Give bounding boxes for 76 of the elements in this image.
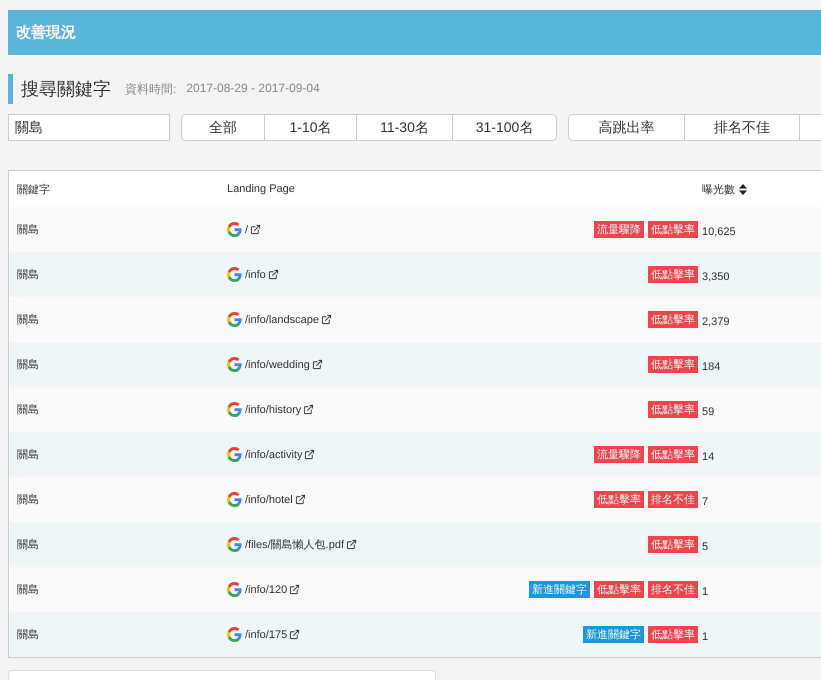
issue-tag: 排名不佳 [648,491,698,508]
external-link-icon [289,629,300,640]
sort-icon[interactable] [739,184,747,194]
google-icon [227,537,242,552]
keyword-cell-text: 關島 [17,313,40,327]
issue-tag: 低點擊率 [594,581,644,598]
landing-page-link[interactable]: / [245,224,262,236]
issue-tag: 低點擊率 [594,491,644,508]
issue-tag: 流量驟降 [594,446,644,463]
external-link-icon [250,224,262,235]
google-icon [227,447,242,462]
external-link-icon [289,584,300,595]
column-header: 關鍵字 [17,182,51,196]
google-icon [227,582,242,597]
column-header: Landing Page [227,183,296,195]
issue-tag: 低點擊率 [648,266,698,283]
impressions-cell-text: 14 [702,451,716,463]
keyword-cell-text: 關島 [17,268,40,282]
impressions-cell-text: 10,625 [702,226,737,238]
landing-page-link[interactable]: /info/175 [245,628,300,640]
keyword-cell-text: 關島 [17,223,40,237]
filter-button[interactable]: 31-100名 [452,115,556,140]
google-icon [227,627,242,642]
date-range: 2017-08-29 - 2017-09-04 [186,80,320,96]
issue-tag: 流量驟降 [594,221,644,238]
google-icon [227,222,242,237]
column-header[interactable]: 曝光數 [702,182,802,196]
google-icon [227,357,242,372]
issue-tag: 低點擊率 [648,536,698,553]
landing-page-link[interactable]: /info/landscape [245,314,332,326]
external-link-icon [312,359,323,370]
landing-page-link[interactable]: /info/activity [245,448,316,460]
issue-tag: 低點擊率 [648,626,698,643]
landing-page-link[interactable]: /info [245,268,279,280]
search-field[interactable]: 關島 [8,114,170,141]
issue-tag: 低點擊率 [648,356,698,373]
keyword-cell-text: 關島 [17,358,40,372]
external-link-icon [304,449,316,460]
issue-tag: 低點擊率 [648,446,698,463]
issue-tag: 低點擊率 [648,221,698,238]
issue-tag: 新進關鍵字 [583,626,644,643]
keyword-cell-text: 關島 [17,538,40,552]
keyword-cell-text: 關島 [17,583,40,597]
landing-page-link[interactable]: /info/wedding [245,358,323,370]
impressions-cell-text: 2,379 [702,316,731,328]
impressions-cell-text: 1 [702,631,710,643]
external-link-icon [294,494,306,505]
landing-page-link[interactable]: /info/120 [245,584,300,596]
keyword-cell-text: 關島 [17,493,40,507]
landing-page-link[interactable]: /info/hotel [245,494,306,506]
external-link-icon [321,314,332,325]
date-label: 資料時間: [125,80,176,98]
issue-tag: 低點擊率 [648,401,698,418]
section-title: 搜尋關鍵字 [8,74,111,104]
google-icon [227,312,242,327]
external-link-icon [346,539,358,550]
issue-tag: 排名不佳 [648,581,698,598]
landing-page-link[interactable]: /files/關島懶人包.pdf [245,537,358,552]
impressions-cell-text: 5 [702,541,710,553]
impressions-cell-text: 7 [702,496,710,508]
keyword-cell-text: 關島 [17,448,40,462]
google-icon [227,492,242,507]
issue-tag: 低點擊率 [648,311,698,328]
external-link-icon [268,269,279,280]
google-icon [227,267,242,282]
keyword-cell-text: 關島 [17,628,40,642]
keyword-cell-text: 關島 [17,403,40,417]
landing-page-link[interactable]: /info/history [245,404,314,416]
header-title: 改善現況 [16,23,76,42]
google-icon [227,402,242,417]
impressions-cell-text: 59 [702,406,716,418]
impressions-cell-text: 184 [702,361,722,373]
external-link-icon [303,404,314,415]
impressions-cell-text: 3,350 [702,271,731,283]
impressions-cell-text: 1 [702,586,710,598]
issue-tag: 新進關鍵字 [529,581,590,598]
